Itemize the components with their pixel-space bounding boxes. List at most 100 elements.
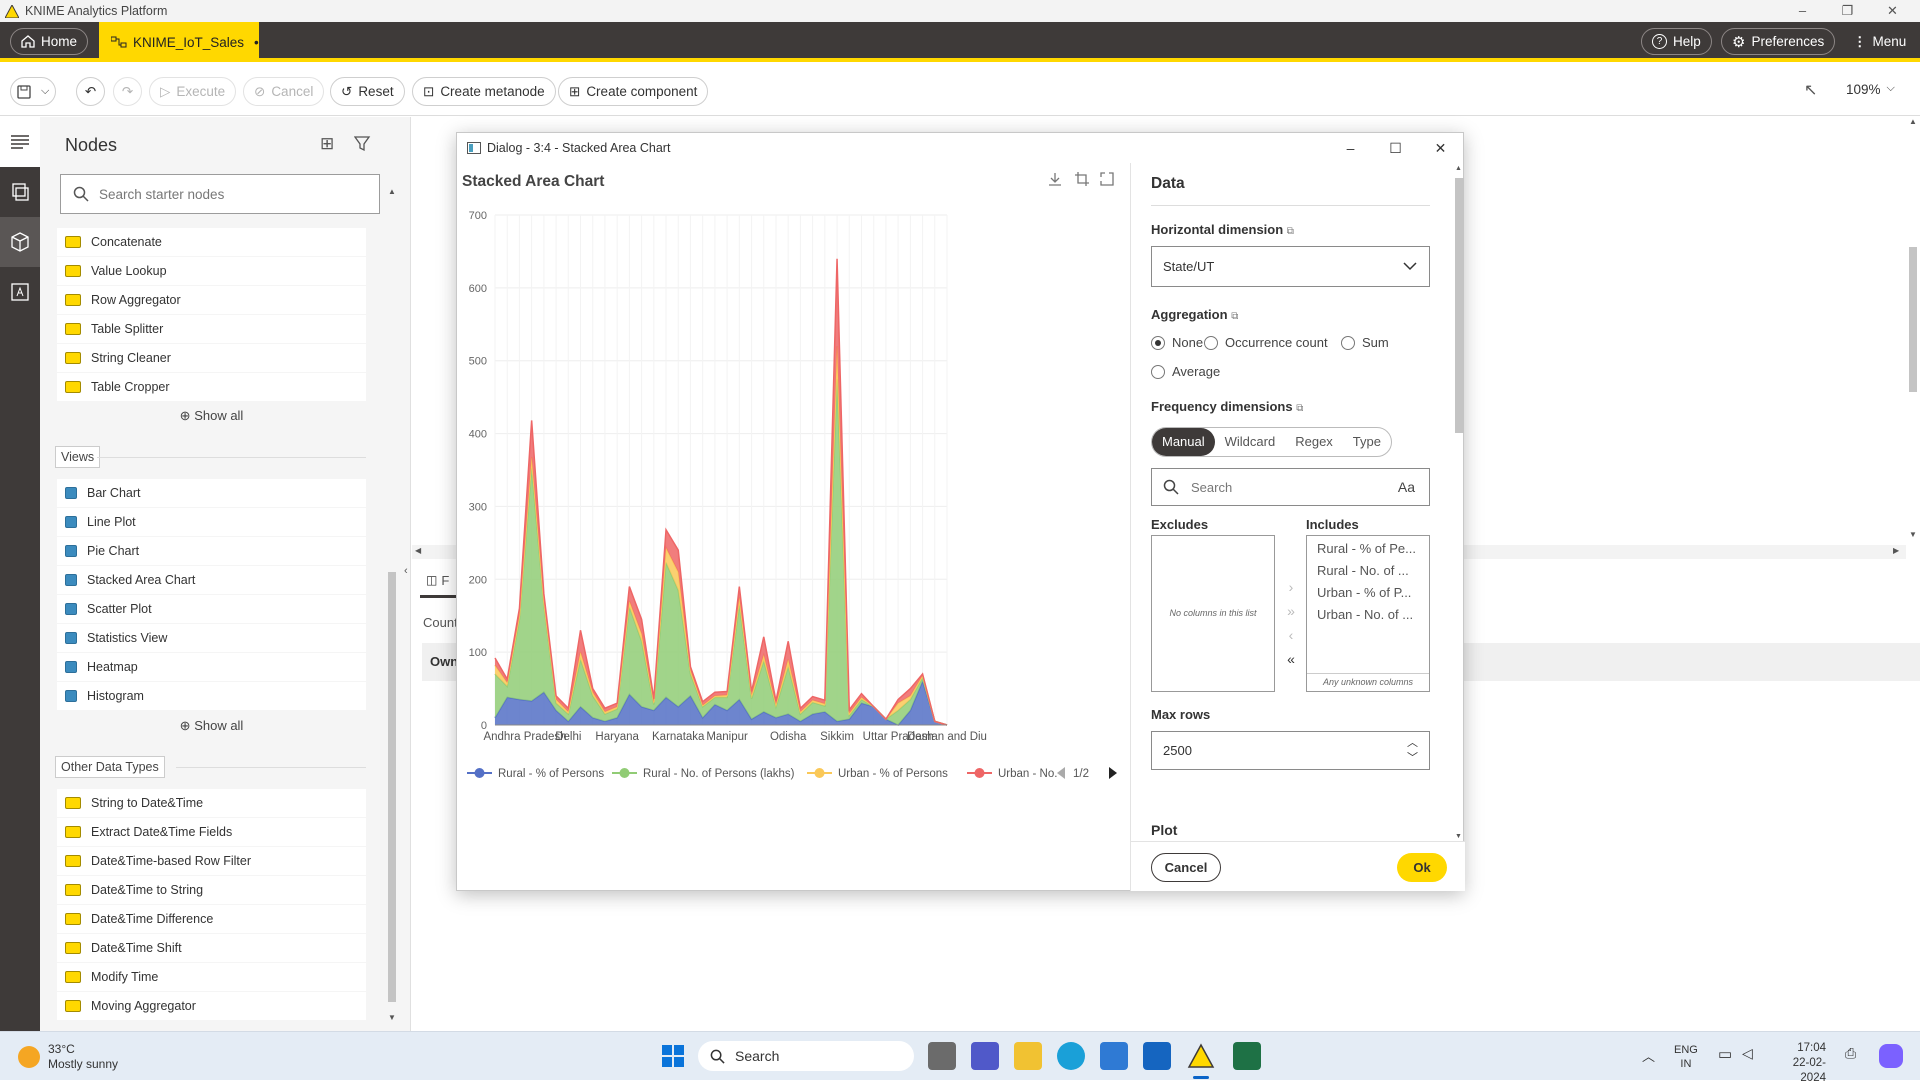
undo-button[interactable]: ↶: [76, 77, 105, 106]
included-column-item[interactable]: Urban - No. of ...: [1317, 604, 1429, 626]
datetime-node[interactable]: String to Date&Time: [57, 789, 366, 817]
legend-label[interactable]: Rural - % of Persons: [498, 768, 604, 780]
aggregation-none-radio[interactable]: None: [1151, 335, 1203, 350]
filter-icon[interactable]: [354, 136, 372, 152]
datetime-node[interactable]: Date&Time Difference: [57, 905, 366, 933]
view-node[interactable]: Line Plot: [57, 508, 366, 536]
manipulation-node[interactable]: Table Splitter: [57, 315, 366, 343]
help-button[interactable]: ? Help: [1641, 28, 1712, 55]
mcafee-icon[interactable]: [1143, 1042, 1171, 1070]
rail-description[interactable]: [0, 117, 40, 167]
scrollbar-thumb[interactable]: [1909, 247, 1917, 392]
scroll-down-icon[interactable]: ▼: [1909, 530, 1917, 539]
workflow-tab[interactable]: KNIME_IoT_Sales •: [99, 22, 259, 62]
datetime-node[interactable]: Date&Time-based Row Filter: [57, 847, 366, 875]
aggregation-average-radio[interactable]: Average: [1151, 364, 1220, 379]
language-indicator[interactable]: ENG IN: [1674, 1043, 1698, 1071]
view-node[interactable]: Statistics View: [57, 624, 366, 652]
legend-next-icon[interactable]: [1109, 767, 1117, 779]
includes-list[interactable]: Rural - % of Pe... Rural - No. of ... Urba…: [1306, 535, 1430, 692]
datetime-node[interactable]: Extract Date&Time Fields: [57, 818, 366, 846]
zoom-dropdown[interactable]: 109% ⌵: [1846, 82, 1895, 97]
manipulation-node[interactable]: Row Aggregator: [57, 286, 366, 314]
tray-chevron-up-icon[interactable]: ︿: [1642, 1046, 1655, 1065]
info-icon[interactable]: ⧉: [1296, 403, 1303, 414]
move-all-left-icon[interactable]: «: [1284, 647, 1298, 671]
teams-icon[interactable]: [971, 1042, 999, 1070]
aggregation-sum-radio[interactable]: Sum: [1341, 335, 1389, 350]
mode-regex[interactable]: Regex: [1285, 428, 1343, 456]
node-monitor-tab[interactable]: ◫ F: [420, 565, 460, 598]
view-node[interactable]: Bar Chart: [57, 479, 366, 507]
collapse-panel-icon[interactable]: ‹: [404, 565, 408, 577]
view-node[interactable]: Pie Chart: [57, 537, 366, 565]
legend-label[interactable]: Rural - No. of Persons (lakhs): [643, 768, 795, 780]
legend-prev-icon[interactable]: [1057, 767, 1065, 779]
node-search-input[interactable]: Search starter nodes: [60, 174, 380, 214]
copilot-icon[interactable]: [1879, 1044, 1903, 1068]
manipulation-node[interactable]: String Cleaner: [57, 344, 366, 372]
legend-label[interactable]: Urban - No.: [998, 768, 1057, 780]
scroll-left-icon[interactable]: ◀: [415, 546, 421, 555]
knime-taskbar-icon[interactable]: [1187, 1042, 1215, 1070]
datetime-node[interactable]: Date&Time to String: [57, 876, 366, 904]
panel-scrollbar[interactable]: ▲ ▼: [386, 187, 398, 1027]
mode-wildcard[interactable]: Wildcard: [1215, 428, 1286, 456]
settings-scrollbar[interactable]: ▲ ▼: [1451, 163, 1465, 843]
excel-icon[interactable]: [1233, 1042, 1261, 1070]
network-icon[interactable]: ▭: [1718, 1045, 1732, 1063]
taskbar-search[interactable]: Search: [698, 1041, 914, 1071]
manipulation-node[interactable]: Value Lookup: [57, 257, 366, 285]
scrollbar-thumb[interactable]: [388, 572, 396, 1002]
cursor-icon[interactable]: ↖: [1804, 80, 1817, 100]
rail-ai-assistant[interactable]: [0, 267, 40, 317]
info-icon[interactable]: ⧉: [1287, 226, 1294, 237]
move-right-icon[interactable]: ›: [1284, 575, 1298, 599]
preferences-button[interactable]: ⚙ Preferences: [1721, 28, 1836, 55]
mode-manual[interactable]: Manual: [1152, 428, 1215, 456]
mode-type[interactable]: Type: [1343, 428, 1391, 456]
stacked-area-chart[interactable]: 0100200300400500600700Andhra PradeshDelh…: [457, 163, 1129, 892]
execute-button[interactable]: ▷ Execute: [149, 77, 237, 106]
file-explorer-icon[interactable]: [1014, 1042, 1042, 1070]
max-rows-input[interactable]: 2500 ︿ ﹀: [1151, 731, 1430, 770]
area-series-1[interactable]: [495, 378, 947, 725]
aggregation-count-radio[interactable]: Occurrence count: [1204, 335, 1328, 350]
save-button[interactable]: ⌵: [10, 77, 57, 106]
unknown-columns-item[interactable]: Any unknown columns: [1307, 673, 1429, 691]
legend-label[interactable]: Urban - % of Persons: [838, 768, 948, 780]
scroll-up-icon[interactable]: ▲: [388, 187, 396, 196]
included-column-item[interactable]: Rural - % of Pe...: [1317, 538, 1429, 560]
area-series-3[interactable]: [495, 258, 947, 725]
scrollbar-thumb[interactable]: [1455, 178, 1464, 433]
show-all-manipulation[interactable]: ⊕ Show all: [57, 408, 366, 424]
scroll-right-icon[interactable]: ▶: [1893, 546, 1899, 555]
horizontal-dimension-dropdown[interactable]: State/UT: [1151, 246, 1430, 287]
decrement-icon[interactable]: ﹀: [1407, 749, 1418, 765]
dialog-maximize-button[interactable]: ☐: [1373, 133, 1418, 163]
increment-icon[interactable]: ︿: [1407, 734, 1418, 750]
view-node[interactable]: Scatter Plot: [57, 595, 366, 623]
volume-icon[interactable]: ◁: [1742, 1045, 1753, 1062]
included-column-item[interactable]: Rural - No. of ...: [1317, 560, 1429, 582]
scroll-down-icon[interactable]: ▼: [388, 1013, 396, 1022]
rail-nodes[interactable]: [0, 217, 40, 267]
column-search-input[interactable]: Search Aa: [1151, 468, 1430, 506]
datetime-node[interactable]: Moving Aggregator: [57, 992, 366, 1020]
scroll-up-icon[interactable]: ▲: [1455, 165, 1462, 172]
area-series-2[interactable]: [495, 346, 947, 725]
task-view-icon[interactable]: [928, 1042, 956, 1070]
move-all-right-icon[interactable]: »: [1284, 599, 1298, 623]
clock[interactable]: 17:04 22-02-2024: [1776, 1041, 1826, 1086]
menu-button[interactable]: ⋮ Menu: [1843, 28, 1916, 55]
cancel-button[interactable]: Cancel: [1151, 853, 1221, 882]
manipulation-node[interactable]: Table Cropper: [57, 373, 366, 401]
chevron-down-icon[interactable]: ⌵: [41, 85, 49, 98]
datetime-node[interactable]: Date&Time Shift: [57, 934, 366, 962]
show-all-views[interactable]: ⊕ Show all: [57, 718, 366, 734]
info-icon[interactable]: ⧉: [1231, 311, 1238, 322]
windows-start-icon[interactable]: [659, 1042, 687, 1070]
included-column-item[interactable]: Urban - % of P...: [1317, 582, 1429, 604]
home-button[interactable]: Home: [10, 28, 89, 55]
canvas-scrollbar[interactable]: ▲ ▼: [1906, 117, 1920, 539]
